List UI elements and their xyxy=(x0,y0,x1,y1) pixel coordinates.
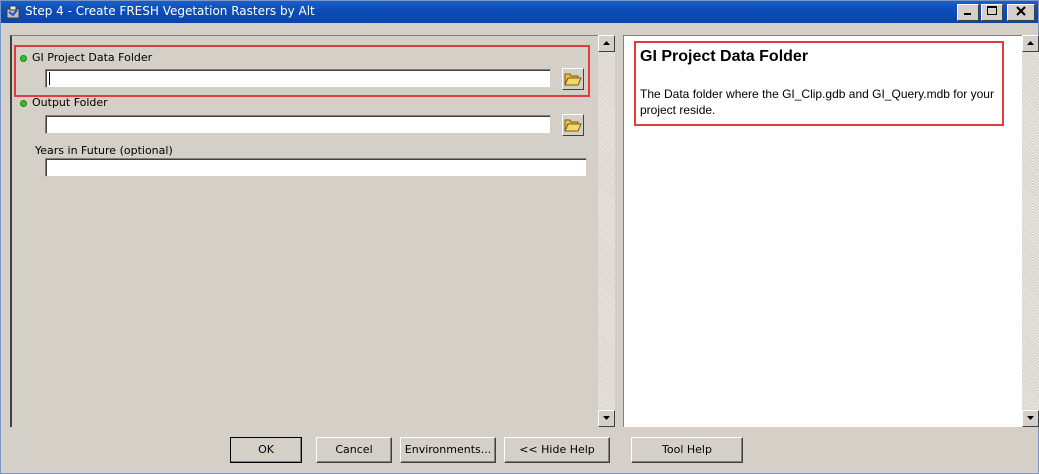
help-scroll-down-button[interactable] xyxy=(1022,410,1039,427)
folder-open-icon xyxy=(564,119,582,132)
hide-help-button[interactable]: << Hide Help xyxy=(504,437,610,463)
tool-help-button[interactable]: Tool Help xyxy=(631,437,743,463)
arrow-up-icon xyxy=(603,41,610,45)
scroll-up-button[interactable] xyxy=(598,35,615,52)
scroll-down-button[interactable] xyxy=(598,410,615,427)
output-folder-input[interactable] xyxy=(45,115,551,134)
years-in-future-input[interactable] xyxy=(45,158,587,177)
title-bar[interactable]: Step 4 - Create FRESH Vegetation Rasters… xyxy=(1,1,1038,23)
years-in-future-label: Years in Future (optional) xyxy=(35,144,173,157)
maximize-icon xyxy=(987,6,997,15)
minimize-button[interactable] xyxy=(957,4,979,21)
minimize-icon xyxy=(964,13,971,15)
help-highlight-box xyxy=(634,41,1004,126)
environments-button[interactable]: Environments... xyxy=(400,437,496,463)
panel-splitter[interactable] xyxy=(615,35,623,427)
window-title: Step 4 - Create FRESH Vegetation Rasters… xyxy=(25,4,315,18)
arrow-up-icon xyxy=(1027,41,1034,45)
maximize-button[interactable] xyxy=(981,4,1003,21)
toolbox-icon xyxy=(6,5,20,19)
output-folder-browse-button[interactable] xyxy=(562,114,584,136)
required-indicator-icon xyxy=(20,100,27,107)
close-button[interactable] xyxy=(1007,4,1035,21)
help-scrollbar[interactable] xyxy=(1022,35,1039,427)
parameters-scrollbar[interactable] xyxy=(598,35,615,427)
ok-button[interactable]: OK xyxy=(230,437,302,463)
arrow-down-icon xyxy=(1027,416,1034,420)
output-folder-label: Output Folder xyxy=(32,96,108,109)
arrow-down-icon xyxy=(603,416,610,420)
tool-dialog-window: Step 4 - Create FRESH Vegetation Rasters… xyxy=(0,0,1039,474)
cancel-button[interactable]: Cancel xyxy=(316,437,392,463)
help-scroll-up-button[interactable] xyxy=(1022,35,1039,52)
close-icon xyxy=(1016,6,1026,16)
highlight-box xyxy=(14,45,590,97)
